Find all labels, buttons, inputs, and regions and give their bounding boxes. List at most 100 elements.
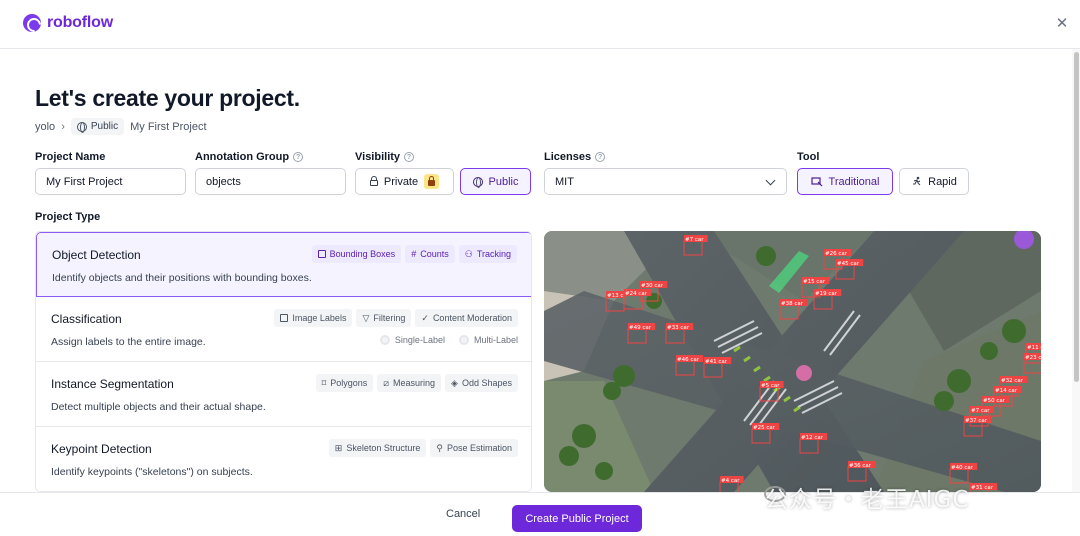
chevron-down-icon (765, 175, 776, 186)
visibility-label: Visibility? (355, 151, 415, 163)
roboflow-logo-icon (23, 14, 41, 32)
roboflow-logo[interactable]: roboflow (23, 14, 113, 32)
multi-label-radio[interactable]: Multi-Label (458, 335, 518, 345)
detection-label: #45 car (837, 261, 860, 267)
premium-lock-icon (424, 174, 440, 189)
visibility-public-button[interactable]: Public (460, 168, 531, 195)
detection-label: #36 car (849, 463, 872, 469)
project-name-label: Project Name (35, 151, 106, 163)
licenses-label: Licenses? (544, 151, 606, 163)
detection-label: #23 car (1025, 355, 1041, 361)
visibility-badge-label: Public (90, 121, 119, 132)
top-bar: roboflow ✕ (0, 0, 1080, 49)
tag-odd-shapes: ◈ Odd Shapes (445, 374, 518, 392)
detection-label: #19 car (815, 291, 838, 297)
check-icon: ✓ (421, 312, 429, 323)
tracking-icon: ⚇ (464, 248, 473, 259)
running-icon (913, 176, 921, 186)
detection-label: #49 car (629, 325, 652, 331)
project-type-title: Keypoint Detection (51, 442, 152, 456)
project-type-list: Object Detection Identify objects and th… (35, 231, 532, 492)
tag-counts: # Counts (405, 245, 455, 263)
detection-label: #26 car (825, 251, 848, 257)
detection-label: #24 car (625, 291, 648, 297)
tag-tracking: ⚇ Tracking (458, 245, 517, 263)
project-type-title: Classification (51, 312, 122, 326)
bounding-box-icon (317, 250, 326, 258)
tag-filtering: ▽ Filtering (356, 309, 412, 327)
project-type-title: Object Detection (52, 248, 141, 262)
watermark: 公众号・老王AIGC (765, 487, 970, 513)
tool-rapid-button[interactable]: Rapid (899, 168, 969, 195)
detection-label: #33 car (667, 325, 690, 331)
info-icon[interactable]: ? (293, 152, 304, 162)
visibility-private-button[interactable]: Private (355, 168, 454, 195)
detection-label: #37 car (965, 418, 988, 424)
pose-icon: ⚲ (436, 442, 443, 453)
project-type-classification[interactable]: Classification Assign labels to the enti… (36, 297, 531, 362)
filter-icon: ▽ (362, 312, 370, 323)
image-icon (280, 314, 289, 322)
single-label-radio[interactable]: Single-Label (379, 335, 445, 345)
license-select[interactable]: MIT (544, 168, 787, 195)
chevron-right-icon: › (61, 120, 65, 133)
detection-label: #7 car (971, 408, 990, 414)
detection-label: #40 car (951, 465, 974, 471)
polygon-icon: ⌑ (321, 377, 327, 388)
detection-label: #41 car (705, 359, 728, 365)
visibility-badge: Public (70, 118, 125, 135)
detection-label: #15 car (803, 279, 826, 285)
tag-content-moderation: ✓ Content Moderation (415, 309, 518, 327)
lock-icon (369, 176, 378, 186)
annotation-group-label: Annotation Group? (195, 151, 304, 163)
logo-text: roboflow (47, 14, 113, 31)
project-type-description: Identify keypoints ("skeletons") on subj… (51, 466, 253, 478)
tool-traditional-button[interactable]: Traditional (797, 168, 893, 195)
ruler-icon: ⧄ (383, 377, 389, 388)
project-type-keypoint-detection[interactable]: Keypoint Detection Identify keypoints ("… (36, 427, 531, 491)
detection-label: #12 car (801, 435, 824, 441)
detection-label: #38 car (781, 301, 804, 307)
project-type-description: Detect multiple objects and their actual… (51, 401, 266, 413)
tag-bounding-boxes: Bounding Boxes (311, 245, 402, 263)
page-title: Let's create your project. (35, 85, 300, 111)
tag-image-labels: Image Labels (274, 309, 353, 327)
tool-label: Tool (797, 151, 820, 163)
detection-label: #7 car (685, 237, 704, 243)
globe-icon (472, 176, 483, 188)
project-type-preview-image: #7 car #26 car #45 car #13 c #24 car #30 car #… (544, 231, 1041, 492)
project-type-description: Identify objects and their positions wit… (52, 272, 312, 284)
detection-label: #14 car (995, 388, 1018, 394)
tag-pose-estimation: ⚲ Pose Estimation (430, 439, 518, 457)
info-icon[interactable]: ? (595, 152, 606, 162)
bounding-box-tool-icon (810, 176, 822, 186)
project-type-description: Assign labels to the entire image. (51, 336, 206, 348)
detection-label: #30 car (641, 283, 664, 289)
create-public-project-button[interactable]: Create Public Project (512, 505, 642, 532)
tag-skeleton-structure: ⊞ Skeleton Structure (328, 439, 427, 457)
detection-label: #25 car (753, 425, 776, 431)
project-type-object-detection[interactable]: Object Detection Identify objects and th… (36, 232, 531, 297)
globe-icon (76, 121, 87, 133)
detection-label: #32 car (1001, 378, 1024, 384)
detection-label: #50 car (983, 398, 1006, 404)
tag-polygons: ⌑ Polygons (315, 374, 374, 392)
breadcrumb-workspace[interactable]: yolo (35, 121, 55, 133)
breadcrumb: yolo › Public My First Project (35, 118, 207, 135)
shapes-icon: ◈ (451, 377, 458, 388)
detection-label: #4 car (721, 478, 740, 484)
detection-label: #31 car (971, 485, 994, 491)
project-type-instance-segmentation[interactable]: Instance Segmentation Detect multiple ob… (36, 362, 531, 427)
detection-label: #11 car (1027, 345, 1041, 351)
detection-label: #46 car (677, 357, 700, 363)
detection-label: #13 c (607, 293, 623, 299)
scrollbar-thumb[interactable] (1074, 52, 1079, 382)
project-name-input[interactable]: My First Project (35, 168, 186, 195)
info-icon[interactable]: ? (404, 152, 415, 162)
detection-label: #5 car (761, 383, 780, 389)
breadcrumb-project: My First Project (130, 120, 207, 133)
cancel-button[interactable]: Cancel (446, 508, 480, 520)
close-icon[interactable]: ✕ (1054, 16, 1070, 32)
skeleton-icon: ⊞ (334, 442, 343, 453)
annotation-group-input[interactable]: objects (195, 168, 346, 195)
